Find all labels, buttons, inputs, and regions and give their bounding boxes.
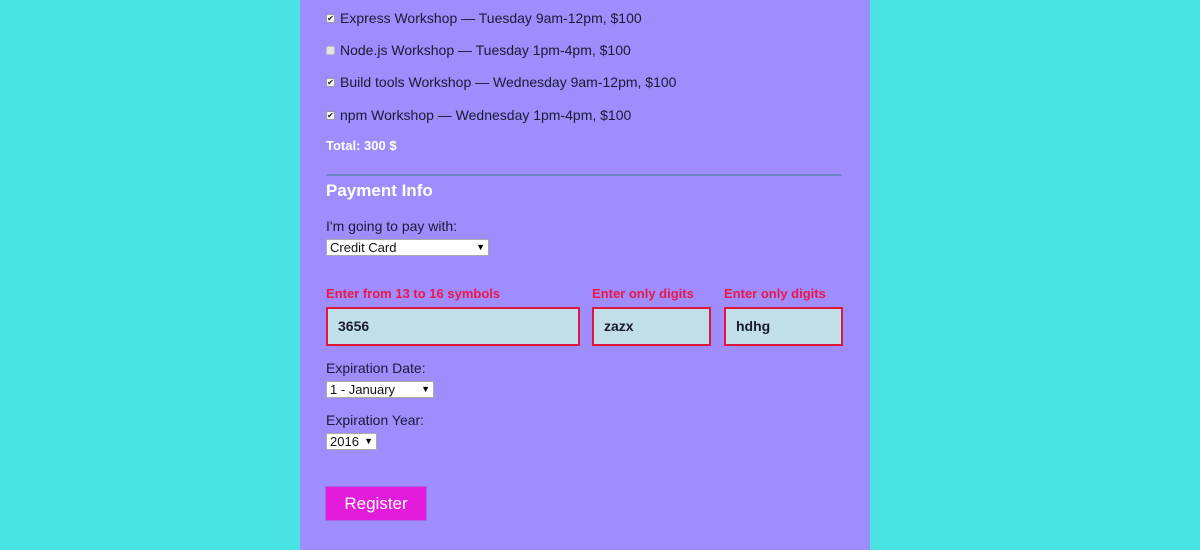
activity-build-tools[interactable]: ✔ Build tools Workshop — Wednesday 9am-1… [326,72,676,92]
card-number-input[interactable]: 3656 [326,307,580,346]
payment-method-value: Credit Card [330,240,397,255]
payment-method-label: I'm going to pay with: [326,218,458,234]
checkbox-node[interactable] [326,45,335,55]
checkbox-express[interactable]: ✔ [326,13,335,23]
activity-npm[interactable]: ✔ npm Workshop — Wednesday 1pm-4pm, $100 [326,105,631,125]
activity-label: npm Workshop — Wednesday 1pm-4pm, $100 [340,107,632,123]
expiration-year-select[interactable]: 2016 ▼ [326,433,377,450]
expiration-year-label: Expiration Year: [326,412,425,428]
register-button[interactable]: Register [325,486,427,521]
cvv-input[interactable]: hdhg [724,307,843,346]
activity-label: Build tools Workshop — Wednesday 9am-12p… [340,74,677,90]
registration-form-panel: ✔ Express Workshop — Tuesday 9am-12pm, $… [300,0,870,550]
expiration-year-value: 2016 [330,434,359,449]
activity-label: Node.js Workshop — Tuesday 1pm-4pm, $100 [340,42,631,58]
section-divider [326,174,842,176]
payment-info-title: Payment Info [326,181,433,200]
dropdown-arrow-icon: ▼ [364,436,373,446]
card-number-error: Enter from 13 to 16 symbols [326,286,501,301]
expiration-date-label: Expiration Date: [326,360,426,376]
checkbox-build-tools[interactable]: ✔ [326,77,335,87]
total-amount: Total: 300 $ [326,138,397,153]
expiration-date-select[interactable]: 1 - January ▼ [326,381,434,398]
activity-label: Express Workshop — Tuesday 9am-12pm, $10… [340,10,642,26]
cvv-error: Enter only digits [724,286,826,301]
activity-node[interactable]: Node.js Workshop — Tuesday 1pm-4pm, $100 [326,40,631,60]
checkbox-npm[interactable]: ✔ [326,110,335,120]
dropdown-arrow-icon: ▼ [421,384,430,394]
zip-code-input[interactable]: zazx [592,307,711,346]
expiration-date-value: 1 - January [330,382,396,397]
zip-code-error: Enter only digits [592,286,694,301]
dropdown-arrow-icon: ▼ [476,242,485,252]
activity-express[interactable]: ✔ Express Workshop — Tuesday 9am-12pm, $… [326,8,642,28]
payment-method-select[interactable]: Credit Card ▼ [326,239,489,256]
